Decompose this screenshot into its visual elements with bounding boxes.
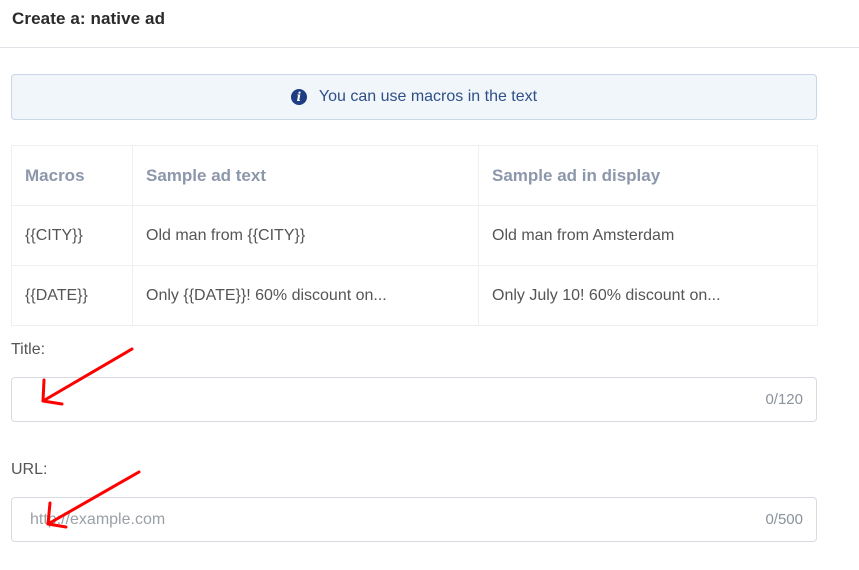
page-title: Create a: native ad	[12, 9, 166, 28]
title-field-label: Title:	[11, 341, 46, 358]
title-input[interactable]	[12, 378, 768, 421]
url-field-label: URL:	[11, 461, 48, 478]
title-char-counter: 0/120	[765, 391, 803, 408]
create-native-ad-page: Create a: native ad i You can use macros…	[0, 0, 859, 570]
column-header-macros: Macros	[11, 145, 133, 206]
table-row: {{DATE}} Only {{DATE}}! 60% discount on.…	[11, 265, 818, 326]
sample-display-cell: Only July 10! 60% discount on...	[478, 265, 818, 326]
macros-table: Macros Sample ad text Sample ad in displ…	[11, 145, 818, 326]
macros-info-banner: i You can use macros in the text	[11, 74, 817, 120]
macro-cell: {{DATE}}	[11, 265, 133, 326]
info-banner-text: You can use macros in the text	[318, 88, 538, 105]
sample-text-cell: Old man from {{CITY}}	[132, 205, 479, 266]
info-icon: i	[290, 89, 307, 105]
url-field: 0/500	[11, 497, 817, 542]
table-header-row: Macros Sample ad text Sample ad in displ…	[11, 145, 818, 206]
sample-text-cell: Only {{DATE}}! 60% discount on...	[132, 265, 479, 326]
page-header: Create a: native ad	[0, 0, 859, 48]
table-row: {{CITY}} Old man from {{CITY}} Old man f…	[11, 205, 818, 266]
sample-display-cell: Old man from Amsterdam	[478, 205, 818, 266]
url-input[interactable]	[12, 498, 768, 541]
url-char-counter: 0/500	[765, 511, 803, 528]
column-header-sample-ad-text: Sample ad text	[132, 145, 479, 206]
column-header-sample-ad-display: Sample ad in display	[478, 145, 818, 206]
title-field: 0/120	[11, 377, 817, 422]
macro-cell: {{CITY}}	[11, 205, 133, 266]
